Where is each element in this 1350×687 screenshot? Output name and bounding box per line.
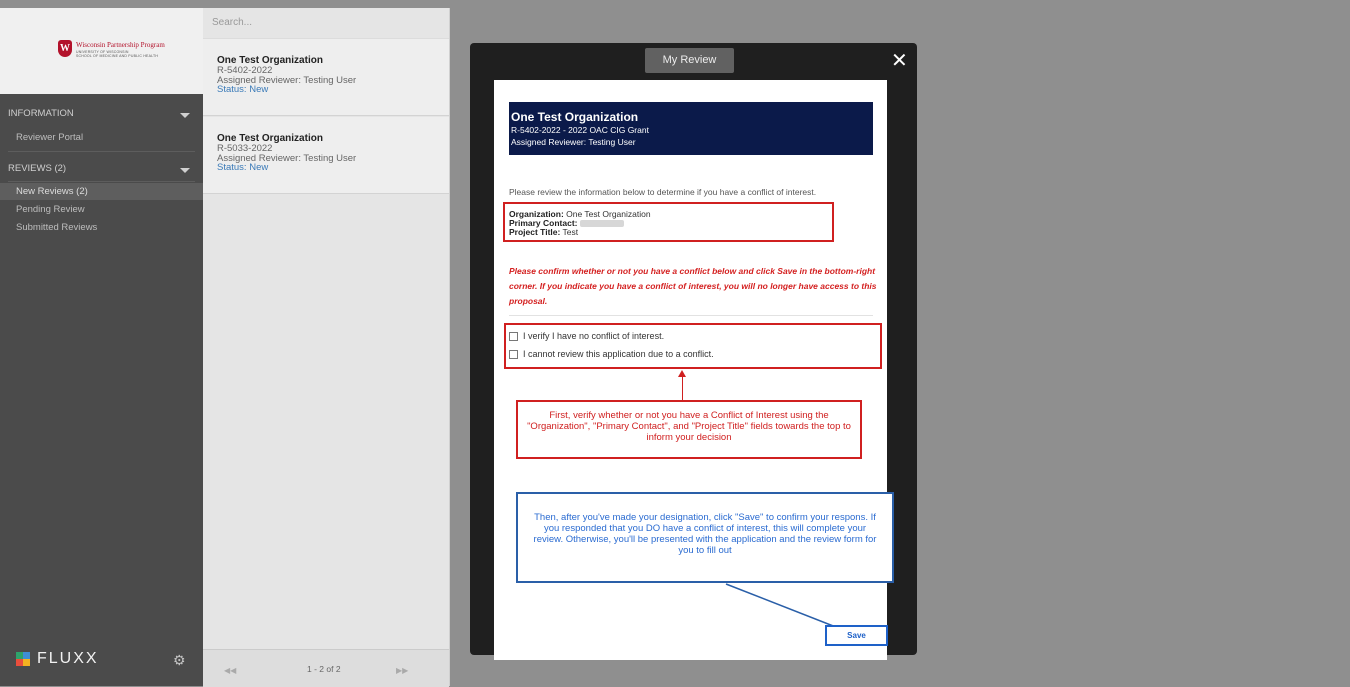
- divider: [8, 181, 195, 182]
- sidebar-item-reviewer-portal[interactable]: Reviewer Portal: [0, 129, 203, 146]
- save-button[interactable]: Save: [825, 625, 888, 646]
- review-header: One Test Organization R-5402-2022 - 2022…: [509, 102, 873, 155]
- conflict-checkbox[interactable]: [509, 349, 518, 359]
- crest-icon: W: [58, 40, 72, 57]
- no-conflict-label: I verify I have no conflict of interest.: [523, 331, 665, 341]
- no-conflict-option[interactable]: I verify I have no conflict of interest.: [509, 331, 664, 341]
- review-header-subtitle: R-5402-2022 - 2022 OAC CIG Grant: [511, 125, 649, 135]
- review-modal: My Review ✕ One Test Organization R-5402…: [470, 43, 917, 660]
- project-title-label: Project Title:: [509, 227, 561, 237]
- divider: [509, 315, 873, 316]
- close-icon[interactable]: ✕: [891, 48, 908, 73]
- proposal-info: Organization: One Test Organization Prim…: [509, 210, 651, 237]
- annotation-callout-red: First, verify whether or not you have a …: [516, 400, 862, 459]
- pagination-info: 1 - 2 of 2: [307, 664, 341, 674]
- prev-page-icon[interactable]: ◀◀: [224, 666, 236, 675]
- review-header-reviewer: Assigned Reviewer: Testing User: [511, 137, 636, 147]
- chevron-down-icon[interactable]: [180, 113, 190, 118]
- fluxx-logo-icon: [16, 651, 31, 667]
- sidebar-item-pending-review[interactable]: Pending Review: [0, 201, 203, 218]
- section-information-header[interactable]: INFORMATION: [8, 108, 74, 119]
- search-input[interactable]: Search...: [203, 8, 449, 39]
- project-title-value: Test: [562, 227, 579, 237]
- list-item[interactable]: One Test Organization R-5033-2022 Assign…: [203, 117, 449, 194]
- primary-contact-redacted: [579, 220, 624, 228]
- pagination: ◀◀ 1 - 2 of 2 ▶▶: [203, 649, 449, 687]
- review-header-title: One Test Organization: [511, 110, 639, 124]
- logo-subtitle-2: SCHOOL OF MEDICINE AND PUBLIC HEALTH: [76, 54, 159, 58]
- conflict-label: I cannot review this application due to …: [523, 349, 714, 359]
- no-conflict-checkbox[interactable]: [509, 331, 518, 341]
- list-item-status: Status: New: [217, 162, 269, 173]
- sidebar: W Wisconsin Partnership Program UNIVERSI…: [0, 8, 203, 686]
- chevron-down-icon[interactable]: [180, 168, 190, 173]
- list-item[interactable]: One Test Organization R-5402-2022 Assign…: [203, 39, 449, 116]
- sidebar-item-submitted-reviews[interactable]: Submitted Reviews: [0, 219, 203, 236]
- divider: [8, 151, 195, 152]
- conflict-warning: Please confirm whether or not you have a…: [509, 266, 877, 306]
- fluxx-brand: FLUXX: [16, 650, 99, 668]
- sidebar-item-new-reviews[interactable]: New Reviews (2): [0, 183, 203, 200]
- logo[interactable]: W Wisconsin Partnership Program UNIVERSI…: [0, 8, 203, 94]
- annotation-highlight-options: [504, 323, 882, 369]
- conflict-option[interactable]: I cannot review this application due to …: [509, 349, 714, 359]
- modal-title: My Review: [645, 48, 734, 73]
- review-list-panel: Search... One Test Organization R-5402-2…: [203, 8, 450, 687]
- gear-icon[interactable]: ⚙: [173, 652, 186, 669]
- modal-content: One Test Organization R-5402-2022 - 2022…: [494, 80, 894, 660]
- logo-title: Wisconsin Partnership Program: [76, 41, 165, 49]
- next-page-icon[interactable]: ▶▶: [396, 666, 408, 675]
- annotation-arrow-line: [682, 373, 683, 403]
- brand-name: FLUXX: [37, 650, 99, 667]
- instruction-text: Please review the information below to d…: [509, 187, 817, 197]
- annotation-callout-blue: Then, after you've made your designation…: [516, 492, 894, 583]
- section-reviews-header[interactable]: REVIEWS (2): [8, 163, 66, 174]
- list-item-status: Status: New: [217, 84, 269, 95]
